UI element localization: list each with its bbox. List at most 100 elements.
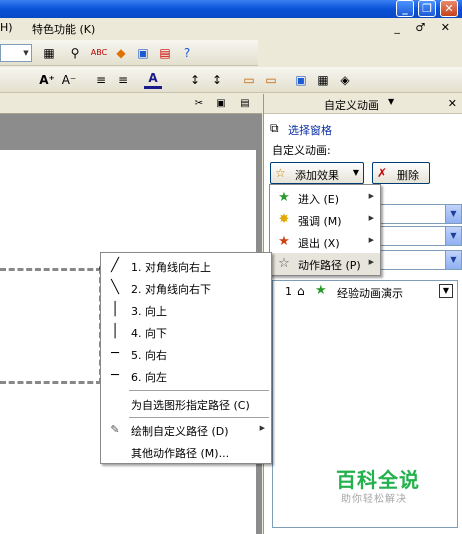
chevron-down-icon[interactable]: ▼ <box>388 97 394 106</box>
standard-toolbar: ▼ ▦ ⚲ ABC ◆ ▣ ▤ ? <box>0 40 258 66</box>
watermark-subtitle: 助你轻松解决 <box>341 494 407 505</box>
permission-icon[interactable]: ▤ <box>156 44 174 62</box>
chevron-down-icon: ▼ <box>445 205 461 223</box>
menu-item-diagonal-down-right[interactable]: ╲ 2. 对角线向右下 <box>101 277 271 299</box>
grow-font-icon[interactable]: A⁺ <box>38 71 56 89</box>
menu-item-label: 1. 对角线向右上 <box>131 261 211 274</box>
line-left-icon: ─ <box>111 368 119 383</box>
slide-view-icon[interactable]: ▣ <box>214 97 228 111</box>
delete-label: 删除 <box>397 169 419 182</box>
menu-item-label: 3. 向上 <box>131 305 167 318</box>
property-combo[interactable]: ▼ <box>376 226 462 246</box>
add-effect-menu: ★ 进入 (E) ▶ ✸ 强调 (M) ▶ ★ 退出 (X) ▶ ☆ 动作路径 … <box>269 184 381 276</box>
menu-help-fragment[interactable]: H) <box>0 21 13 34</box>
slide-design-icon[interactable]: ▣ <box>292 71 310 89</box>
star-yellow-icon: ✸ <box>278 212 290 227</box>
delete-icon: ✗ <box>377 166 388 180</box>
close-button[interactable]: ✕ <box>440 0 458 17</box>
menu-item-label: 4. 向下 <box>131 327 167 340</box>
menu-item-up[interactable]: │ 3. 向上 <box>101 299 271 321</box>
add-effect-button[interactable]: ☆ 添加效果 ▼ <box>270 162 364 184</box>
star-outline-icon: ☆ <box>278 256 290 271</box>
minimize-button[interactable]: _ <box>396 0 414 17</box>
document-window-controls[interactable]: _ ♂ ✕ <box>394 21 456 34</box>
line-spacing-down-icon[interactable]: ↕ <box>208 71 226 89</box>
menu-item-label: 强调 (M) <box>298 215 342 228</box>
increase-indent-icon[interactable]: ≡ <box>114 71 132 89</box>
chevron-down-icon: ▼ <box>445 227 461 245</box>
chevron-down-icon[interactable]: ▼ <box>439 284 453 298</box>
menu-item-more-motion-paths[interactable]: 其他动作路径 (M)... <box>101 441 271 463</box>
close-icon[interactable]: ✕ <box>448 97 457 110</box>
pane-header: 自定义动画 ▼ ✕ <box>264 94 462 114</box>
watermark-title: 百科全说 <box>336 468 420 492</box>
zoom-combo[interactable]: ▼ <box>0 44 32 62</box>
start-combo[interactable]: ▼ <box>376 204 462 224</box>
speed-combo[interactable]: ▼ <box>376 250 462 270</box>
menu-item-label: 动作路径 (P) <box>298 259 361 272</box>
menu-item-right[interactable]: ─ 5. 向右 <box>101 343 271 365</box>
diagonal-up-right-icon: ╱ <box>111 258 119 273</box>
menu-item-draw-custom-path[interactable]: ✎ 绘制自定义路径 (D) ▶ <box>101 419 271 441</box>
decrease-indent-icon[interactable]: ≡ <box>92 71 110 89</box>
menu-item-down[interactable]: │ 4. 向下 <box>101 321 271 343</box>
insert-table-icon[interactable]: ▦ <box>40 44 58 62</box>
menu-item-label: 5. 向右 <box>131 349 167 362</box>
chevron-down-icon: ▼ <box>352 168 359 177</box>
menu-item-label: 其他动作路径 (M)... <box>131 447 230 460</box>
restore-button[interactable]: ❐ <box>418 0 436 17</box>
fill-color-icon[interactable]: ◈ <box>336 71 354 89</box>
star-green-icon: ★ <box>315 283 327 298</box>
custom-animation-label: 自定义动画: <box>272 144 331 157</box>
add-effect-label: 添加效果 <box>295 169 339 182</box>
mouse-click-icon: ⌂ <box>297 284 305 298</box>
list-item[interactable]: 1 ⌂ ★ 经验动画演示 ▼ <box>275 283 455 301</box>
select-pane-link[interactable]: 选择窗格 <box>288 122 332 138</box>
chevron-right-icon: ▶ <box>368 192 374 200</box>
animation-order: 1 <box>285 285 292 298</box>
document-icon[interactable]: ▣ <box>134 44 152 62</box>
pane-title[interactable]: 自定义动画 <box>324 97 379 113</box>
motion-path-menu: ╱ 1. 对角线向右上 ╲ 2. 对角线向右下 │ 3. 向上 │ 4. 向下 … <box>100 252 272 464</box>
menu-item-left[interactable]: ─ 6. 向左 <box>101 365 271 387</box>
split-view-icon[interactable]: ▤ <box>238 97 252 111</box>
menu-item-autoshape-path[interactable]: 为自选图形指定路径 (C) <box>101 393 271 415</box>
menu-item-emphasis[interactable]: ✸ 强调 (M) ▶ <box>270 209 380 231</box>
slide-layout-icon[interactable]: ▭ <box>262 71 280 89</box>
menu-item-label: 退出 (X) <box>298 237 340 250</box>
delete-button[interactable]: ✗ 删除 <box>372 162 430 184</box>
table-grid-icon[interactable]: ▦ <box>314 71 332 89</box>
menu-item-motion-path[interactable]: ☆ 动作路径 (P) ▶ <box>270 253 380 275</box>
menu-item-label: 绘制自定义路径 (D) <box>131 425 229 438</box>
spelling-icon[interactable]: ABC <box>90 44 108 62</box>
star-green-icon: ★ <box>278 190 290 205</box>
font-color-icon[interactable]: A <box>144 71 162 89</box>
research-icon[interactable]: ◆ <box>112 44 130 62</box>
add-effect-icon: ☆ <box>275 166 286 180</box>
select-pane-icon: ⧉ <box>270 121 279 135</box>
chevron-right-icon: ▶ <box>368 258 374 266</box>
chevron-down-icon: ▼ <box>23 49 29 57</box>
shrink-font-icon[interactable]: A⁻ <box>60 71 78 89</box>
menu-item-diagonal-up-right[interactable]: ╱ 1. 对角线向右上 <box>101 255 271 277</box>
menu-item-exit[interactable]: ★ 退出 (X) ▶ <box>270 231 380 253</box>
menu-item-entrance[interactable]: ★ 进入 (E) ▶ <box>270 187 380 209</box>
line-spacing-up-icon[interactable]: ↕ <box>186 71 204 89</box>
find-icon[interactable]: ⚲ <box>66 44 84 62</box>
slide-pane-header: ✂ ▣ ▤ <box>0 94 262 114</box>
formatting-toolbar: A⁺ A⁻ ≡ ≡ A ↕ ↕ ▭ ▭ ▣ ▦ ◈ <box>0 67 462 93</box>
diagonal-down-right-icon: ╲ <box>111 280 119 295</box>
help-icon[interactable]: ? <box>178 44 196 62</box>
chevron-right-icon: ▶ <box>259 424 265 432</box>
menu-separator <box>129 390 269 391</box>
menu-item-label: 6. 向左 <box>131 371 167 384</box>
text-placeholder[interactable] <box>0 268 102 384</box>
new-slide-icon[interactable]: ▭ <box>240 71 258 89</box>
menu-special-features[interactable]: 特色功能 (K) <box>32 21 95 37</box>
pin-icon[interactable]: ✂ <box>192 97 206 111</box>
line-up-icon: │ <box>111 302 119 317</box>
animation-name: 经验动画演示 <box>337 287 403 300</box>
draw-path-icon: ✎ <box>110 423 120 436</box>
menu-separator <box>129 417 269 418</box>
chevron-right-icon: ▶ <box>368 236 374 244</box>
